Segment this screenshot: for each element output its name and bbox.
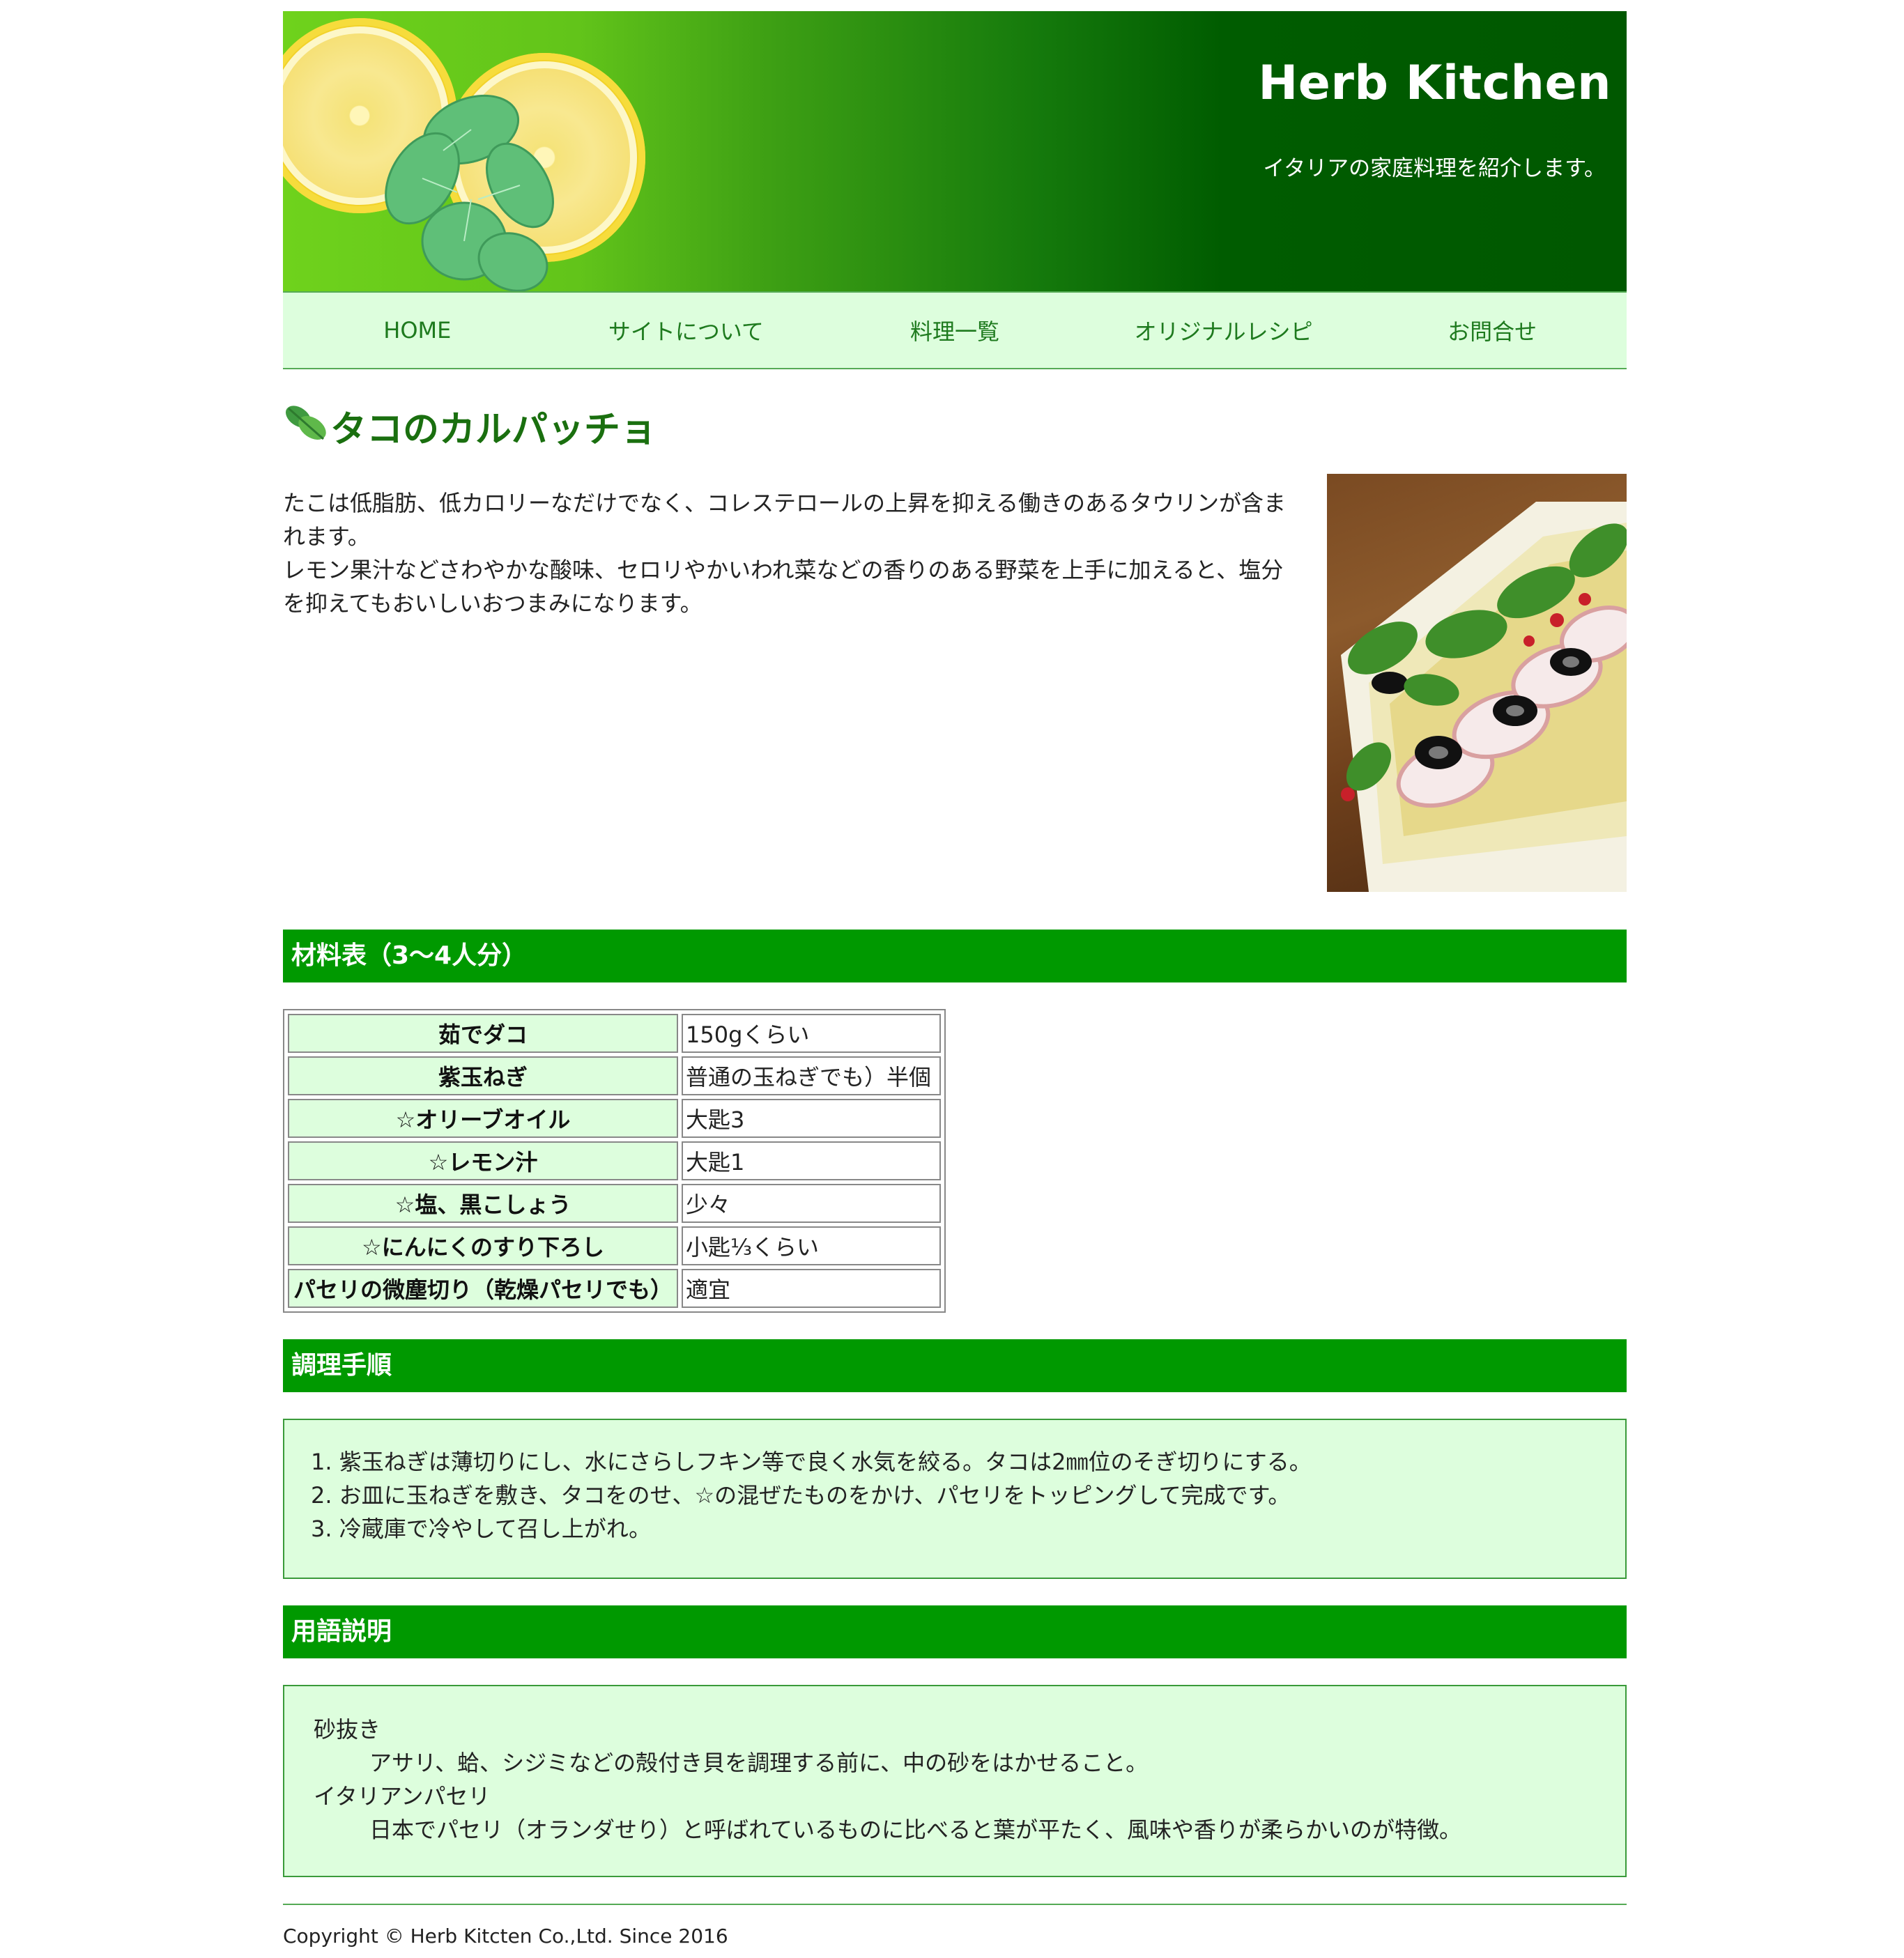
step-item: 2. お皿に玉ねぎを敷き、タコをのせ、☆の混ぜたものをかけ、パセリをトッピングし… (311, 1482, 1291, 1509)
glossary-term: イタリアンパセリ (314, 1783, 491, 1810)
table-row: パセリの微塵切り（乾燥パセリでも） 適宜 (288, 1269, 941, 1308)
main-nav: HOME サイトについて 料理一覧 オリジナルレシピ お問合せ (283, 291, 1627, 369)
nav-item-contact[interactable]: お問合せ (1358, 314, 1627, 346)
glossary-box: 砂抜き アサリ、蛤、シジミなどの殻付き貝を調理する前に、中の砂をはかせること。 … (283, 1685, 1627, 1877)
site-title[interactable]: Herb Kitchen (1258, 56, 1611, 111)
steps-list: 1. 紫玉ねぎは薄切りにし、水にさらしフキン等で良く水気を絞る。タコは2㎜位のそ… (311, 1445, 1625, 1545)
ingredient-quantity: 150gくらい (682, 1014, 941, 1053)
table-row: 茹でダコ 150gくらい (288, 1014, 941, 1053)
intro-paragraph: たこは低脂肪、低カロリーなだけでなく、コレステロールの上昇を抑える働きのあるタウ… (283, 490, 1287, 550)
site-footer: Copyright © Herb Kitcten Co.,Ltd. Since … (283, 1904, 1627, 1948)
ingredient-quantity: 少々 (682, 1184, 941, 1223)
ingredient-name: ☆塩、黒こしょう (288, 1184, 678, 1223)
steps-heading: 調理手順 (283, 1339, 1627, 1392)
step-item: 3. 冷蔵庫で冷やして召し上がれ。 (311, 1516, 652, 1542)
ingredient-quantity: 大匙3 (682, 1099, 941, 1138)
glossary-heading: 用語説明 (283, 1605, 1627, 1658)
table-row: ☆オリーブオイル 大匙3 (288, 1099, 941, 1138)
recipe-heading: タコのカルパッチョ (283, 369, 1627, 474)
table-row: ☆塩、黒こしょう 少々 (288, 1184, 941, 1223)
step-item: 1. 紫玉ねぎは薄切りにし、水にさらしフキン等で良く水気を絞る。タコは2㎜位のそ… (311, 1449, 1312, 1475)
recipe-intro: たこは低脂肪、低カロリーなだけでなく、コレステロールの上昇を抑える働きのあるタウ… (283, 474, 1627, 930)
glossary-term: 砂抜き (314, 1716, 381, 1743)
steps-box: 1. 紫玉ねぎは薄切りにし、水にさらしフキン等で良く水気を絞る。タコは2㎜位のそ… (283, 1419, 1627, 1579)
ingredient-quantity: 普通の玉ねぎでも）半個 (682, 1056, 941, 1095)
ingredients-table: 茹でダコ 150gくらい 紫玉ねぎ 普通の玉ねぎでも）半個 ☆オリーブオイル 大… (283, 1009, 946, 1313)
nav-item-home[interactable]: HOME (283, 317, 552, 344)
table-row: ☆レモン汁 大匙1 (288, 1141, 941, 1180)
page-container: Herb Kitchen イタリアの家庭料理を紹介します。 HOME サイトにつ… (283, 11, 1627, 1948)
ingredient-quantity: 大匙1 (682, 1141, 941, 1180)
ingredient-name: ☆にんにくのすり下ろし (288, 1226, 678, 1265)
ingredient-name: パセリの微塵切り（乾燥パセリでも） (288, 1269, 678, 1308)
ingredient-name: ☆レモン汁 (288, 1141, 678, 1180)
ingredient-name: ☆オリーブオイル (288, 1099, 678, 1138)
dish-photo (1327, 474, 1627, 892)
ingredients-heading: 材料表（3〜4人分） (283, 930, 1627, 982)
ingredient-quantity: 適宜 (682, 1269, 941, 1308)
mint-leaves-image (385, 94, 554, 291)
site-tagline: イタリアの家庭料理を紹介します。 (1263, 156, 1606, 181)
ingredient-quantity: 小匙⅓くらい (682, 1226, 941, 1265)
nav-item-dish-list[interactable]: 料理一覧 (820, 314, 1089, 346)
glossary-list: 砂抜き アサリ、蛤、シジミなどの殻付き貝を調理する前に、中の砂をはかせること。 … (314, 1713, 1625, 1847)
ingredient-name: 茹でダコ (288, 1014, 678, 1053)
nav-item-original-recipes[interactable]: オリジナルレシピ (1089, 314, 1358, 346)
page-title: タコのカルパッチョ (330, 409, 657, 451)
nav-item-about[interactable]: サイトについて (552, 314, 821, 346)
glossary-definition: 日本でパセリ（オランダせり）と呼ばれているものに比べると葉が平たく、風味や香りが… (369, 1817, 1462, 1843)
intro-paragraph: レモン果汁などさわやかな酸味、セロリやかいわれ菜などの香りのある野菜を上手に加え… (283, 557, 1284, 617)
intro-text: たこは低脂肪、低カロリーなだけでなく、コレステロールの上昇を抑える働きのあるタウ… (283, 486, 1293, 620)
leaf-icon (285, 406, 326, 440)
table-row: ☆にんにくのすり下ろし 小匙⅓くらい (288, 1226, 941, 1265)
site-header: Herb Kitchen イタリアの家庭料理を紹介します。 (283, 11, 1627, 291)
ingredients-section: 茹でダコ 150gくらい 紫玉ねぎ 普通の玉ねぎでも）半個 ☆オリーブオイル 大… (283, 982, 1627, 1339)
table-row: 紫玉ねぎ 普通の玉ねぎでも）半個 (288, 1056, 941, 1095)
ingredient-name: 紫玉ねぎ (288, 1056, 678, 1095)
copyright-text: Copyright © Herb Kitcten Co.,Ltd. Since … (283, 1925, 728, 1948)
glossary-definition: アサリ、蛤、シジミなどの殻付き貝を調理する前に、中の砂をはかせること。 (369, 1750, 1149, 1776)
